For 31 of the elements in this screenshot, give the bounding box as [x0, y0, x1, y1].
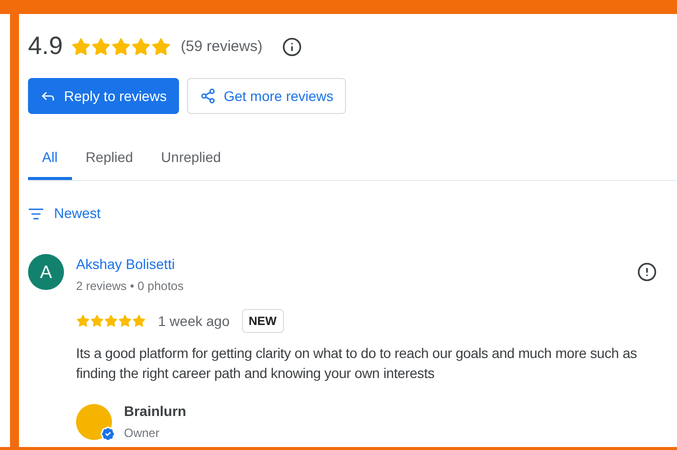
filter-tab[interactable]: All	[28, 138, 72, 180]
share-icon	[200, 88, 216, 104]
owner-name: Brainlurn	[124, 402, 186, 421]
star-icon	[90, 314, 104, 328]
owner-role: Owner	[124, 425, 160, 442]
star-icon	[118, 314, 132, 328]
get-reviews-button[interactable]: Get more reviews	[186, 78, 346, 114]
star-icon	[104, 314, 118, 328]
star-icon	[130, 37, 151, 57]
star-icon	[76, 314, 90, 328]
star-icon	[132, 314, 146, 328]
rating-value: 4.9	[28, 31, 63, 62]
review-count: (59 reviews)	[180, 36, 262, 57]
new-badge: NEW	[242, 309, 284, 333]
sort-button[interactable]: Newest	[28, 203, 101, 224]
star-icon	[90, 37, 111, 57]
filter-tab[interactable]: Unreplied	[147, 138, 235, 180]
filter-tab[interactable]: Replied	[72, 138, 148, 180]
flag-icon[interactable]	[637, 262, 657, 282]
reviewer-name[interactable]: Akshay Bolisetti	[76, 254, 184, 275]
review-text: Its a good platform for getting clarity on what to do to reach our goals and much more such as finding the right career path and knowing your own interests	[76, 344, 638, 383]
sort-icon	[28, 206, 44, 222]
star-icon	[70, 37, 91, 57]
reviewer-meta: 2 reviews • 0 photos	[76, 278, 184, 295]
review-time: 1 week ago	[158, 312, 230, 331]
reply-button[interactable]: Reply to reviews	[28, 78, 179, 114]
business-logo	[76, 404, 112, 440]
star-icon	[110, 37, 131, 57]
star-icon	[150, 37, 171, 57]
info-icon[interactable]	[282, 37, 302, 57]
user-avatar: A	[28, 254, 64, 290]
